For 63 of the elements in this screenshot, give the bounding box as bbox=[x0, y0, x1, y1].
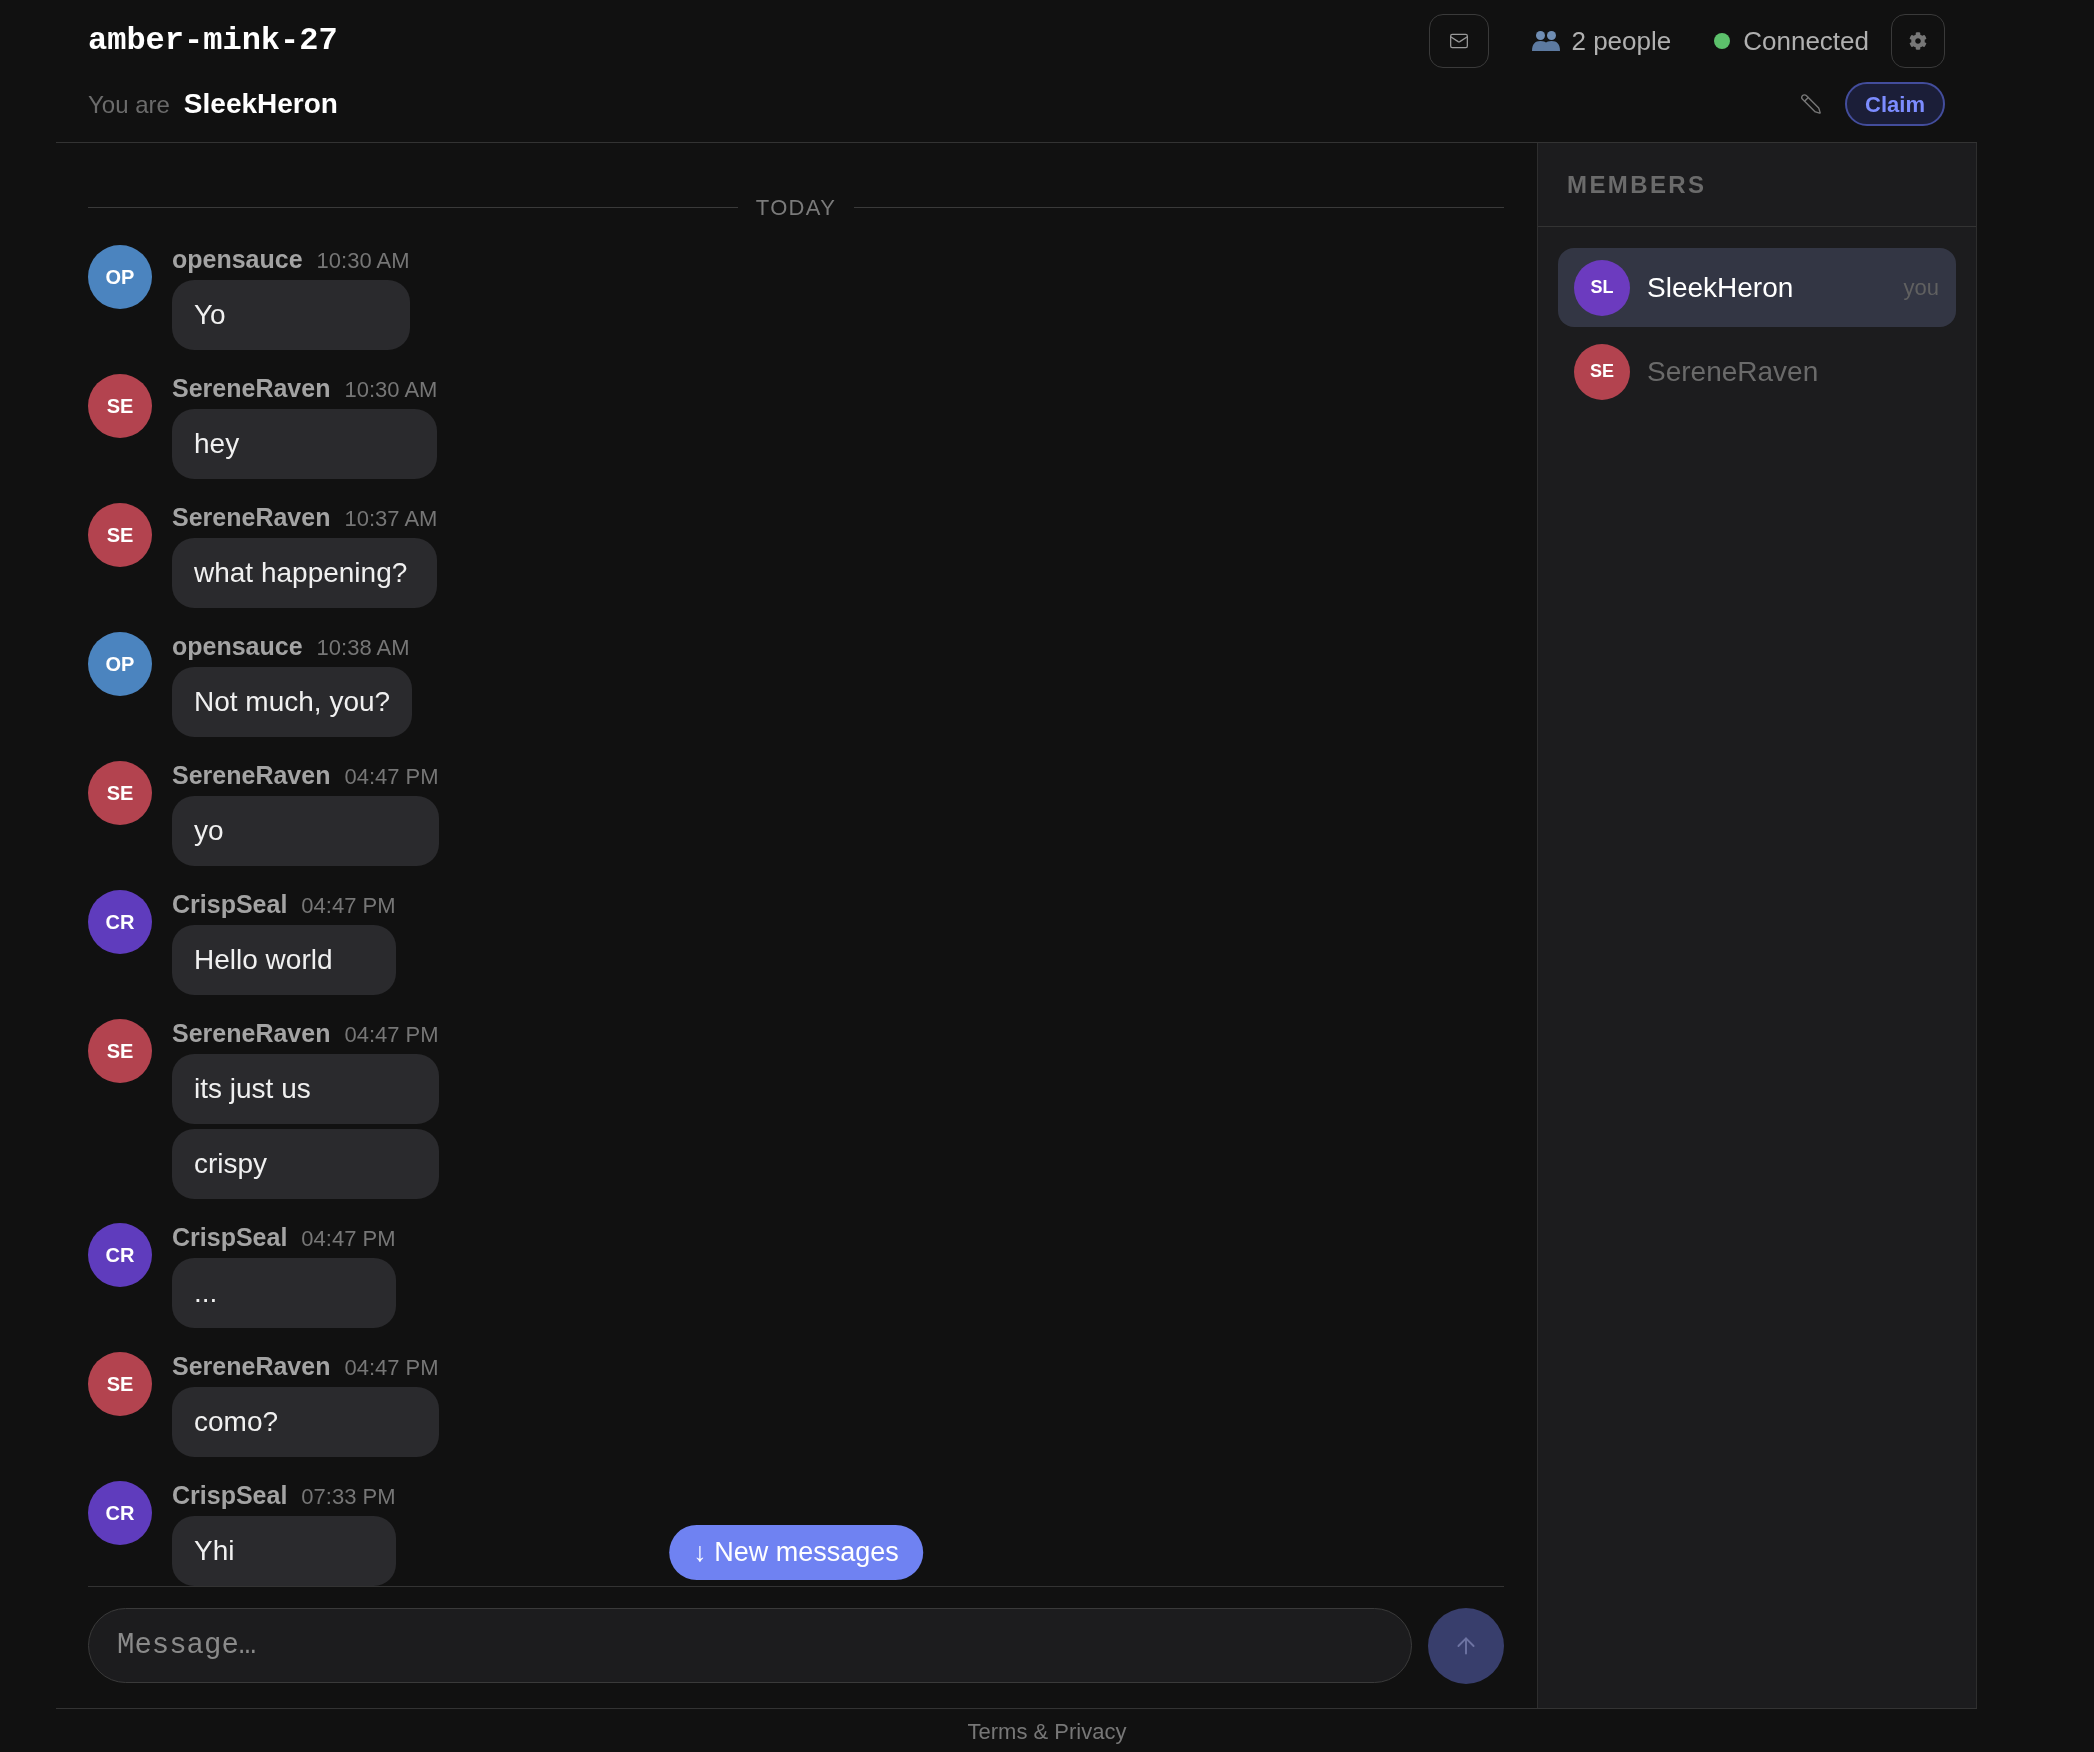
message-time: 07:33 PM bbox=[301, 1483, 396, 1511]
day-divider-label: TODAY bbox=[755, 193, 837, 222]
settings-icon bbox=[1909, 32, 1927, 50]
author-name: SereneRaven bbox=[172, 1019, 331, 1047]
message-time: 04:47 PM bbox=[344, 1021, 439, 1049]
terms-link[interactable]: Terms & Privacy bbox=[967, 1715, 1127, 1748]
user-avatar: SE bbox=[1574, 343, 1630, 400]
author-name: SereneRaven bbox=[172, 374, 331, 402]
user-avatar: OP bbox=[88, 632, 152, 696]
message-bubble: its just us bbox=[172, 1054, 439, 1124]
connection-status: Connected bbox=[1743, 24, 1869, 58]
message-bubble: Yhi bbox=[172, 1516, 396, 1586]
envelope-button[interactable] bbox=[1429, 14, 1490, 68]
author-name: SereneRaven bbox=[172, 1352, 331, 1380]
claim-button[interactable]: Claim bbox=[1845, 82, 1945, 126]
message-bubble: Yo bbox=[172, 280, 410, 350]
message-time: 04:47 PM bbox=[301, 1225, 396, 1253]
user-avatar: SE bbox=[88, 1352, 152, 1416]
envelope-icon bbox=[1449, 31, 1470, 51]
author-name: CrispSeal bbox=[172, 890, 288, 918]
user-avatar: SE bbox=[88, 374, 152, 438]
people-icon bbox=[1532, 30, 1561, 52]
user-avatar: OP bbox=[88, 245, 152, 309]
user-avatar: SE bbox=[88, 761, 152, 825]
identity-label: You are bbox=[88, 90, 170, 120]
member-name: SleekHeron bbox=[1647, 270, 1794, 305]
settings-button[interactable] bbox=[1891, 14, 1945, 68]
author-name: CrispSeal bbox=[172, 1223, 288, 1251]
room-title: amber-mink-27 bbox=[88, 25, 338, 57]
message-input[interactable]: Message… bbox=[88, 1608, 1412, 1683]
author-name: CrispSeal bbox=[172, 1481, 288, 1509]
message-bubble: Hello world bbox=[172, 925, 396, 995]
author-name: SereneRaven bbox=[172, 761, 331, 789]
pencil-icon[interactable] bbox=[1800, 93, 1823, 115]
member-item[interactable]: SE SereneRaven bbox=[1558, 332, 1956, 411]
new-messages-button[interactable]: ↓ New messages bbox=[669, 1525, 923, 1580]
message-time: 10:30 AM bbox=[344, 376, 438, 404]
message-time: 04:47 PM bbox=[344, 1354, 439, 1382]
message-bubble: yo bbox=[172, 796, 439, 866]
member-name: SereneRaven bbox=[1647, 354, 1819, 389]
message-time: 04:47 PM bbox=[301, 892, 396, 920]
author-name: opensauce bbox=[172, 632, 303, 660]
message-time: 10:30 AM bbox=[316, 247, 410, 275]
user-avatar: CR bbox=[88, 1223, 152, 1287]
message-bubble: ... bbox=[172, 1258, 396, 1328]
author-name: SereneRaven bbox=[172, 503, 331, 531]
user-avatar: SE bbox=[88, 1019, 152, 1083]
author-name: opensauce bbox=[172, 245, 303, 273]
message-bubble: what happening? bbox=[172, 538, 438, 608]
identity-name: SleekHeron bbox=[183, 87, 338, 121]
message-time: 04:47 PM bbox=[344, 763, 439, 791]
message-bubble: hey bbox=[172, 409, 438, 479]
user-avatar: SL bbox=[1574, 259, 1630, 316]
people-count: 2 people bbox=[1571, 24, 1672, 58]
message-time: 10:37 AM bbox=[344, 505, 438, 533]
user-avatar: SE bbox=[88, 503, 152, 567]
user-avatar: CR bbox=[88, 1481, 152, 1545]
user-avatar: CR bbox=[88, 890, 152, 954]
message-bubble: como? bbox=[172, 1387, 439, 1457]
message-time: 10:38 AM bbox=[316, 634, 410, 662]
members-heading: MEMBERS bbox=[1567, 169, 1707, 200]
message-bubble: Not much, you? bbox=[172, 667, 413, 737]
message-bubble: crispy bbox=[172, 1129, 439, 1199]
